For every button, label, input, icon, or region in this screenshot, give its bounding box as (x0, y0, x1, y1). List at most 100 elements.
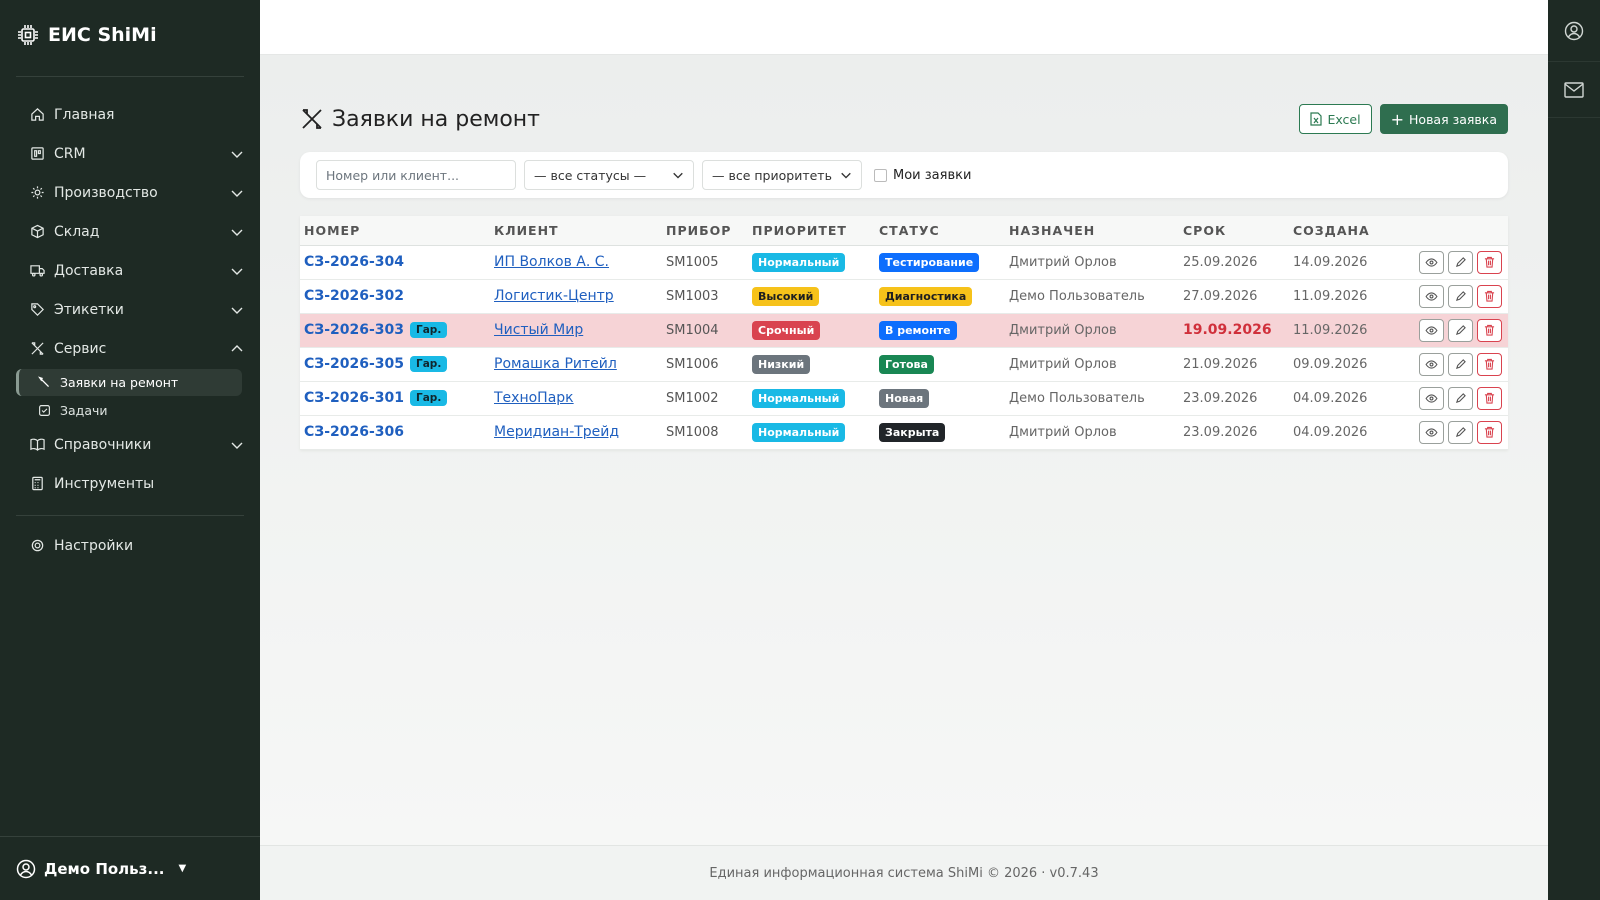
cell-created: 04.09.2026 (1289, 381, 1389, 416)
col-status[interactable]: СТАТУС (875, 216, 1005, 246)
crm-icon (28, 145, 46, 163)
request-number-link[interactable]: СЗ-2026-301 (304, 390, 404, 406)
cell-device: SM1002 (662, 381, 748, 416)
created-date: 04.09.2026 (1293, 424, 1368, 440)
row-actions (1393, 250, 1504, 274)
sidebar-item-home[interactable]: Главная (0, 95, 260, 134)
cell-assignee: Дмитрий Орлов (1005, 415, 1179, 450)
delete-button[interactable] (1477, 250, 1502, 274)
edit-button[interactable] (1448, 420, 1473, 444)
sidebar-item-service[interactable]: Сервис (0, 329, 260, 368)
cell-number: СЗ-2026-301 Гар. (300, 381, 490, 416)
home-icon (28, 106, 46, 124)
delete-button[interactable] (1477, 284, 1502, 308)
view-button[interactable] (1419, 284, 1444, 308)
requests-table: НОМЕР КЛИЕНТ ПРИБОР ПРИОРИТЕТ СТАТУС НАЗ… (300, 216, 1508, 450)
delete-button[interactable] (1477, 386, 1502, 410)
priority-select[interactable]: — все приоритеть (702, 160, 862, 190)
col-device[interactable]: ПРИБОР (662, 216, 748, 246)
client-link[interactable]: ТехноПарк (494, 390, 574, 406)
view-button[interactable] (1419, 318, 1444, 342)
tools-icon (28, 340, 46, 358)
cell-assignee: Дмитрий Орлов (1005, 245, 1179, 280)
client-link[interactable]: Ромашка Ритейл (494, 356, 617, 372)
cell-device: SM1004 (662, 313, 748, 348)
edit-button[interactable] (1448, 250, 1473, 274)
request-number-link[interactable]: СЗ-2026-306 (304, 424, 404, 440)
col-created[interactable]: СОЗДАНА (1289, 216, 1389, 246)
sidebar-item-settings[interactable]: Настройки (0, 526, 260, 565)
status-select[interactable]: — все статусы — (524, 160, 694, 190)
delete-button[interactable] (1477, 420, 1502, 444)
main-content: Заявки на ремонт Excel + Новая заявка Но… (260, 55, 1548, 845)
sidebar-item-tools[interactable]: Инструменты (0, 464, 260, 503)
messages-button[interactable] (1548, 62, 1600, 118)
edit-button[interactable] (1448, 318, 1473, 342)
request-number-link[interactable]: СЗ-2026-305 (304, 356, 404, 372)
client-link[interactable]: ИП Волков А. С. (494, 254, 609, 270)
filter-bar: Номер или клиент... — все статусы — — вс… (300, 152, 1508, 198)
view-button[interactable] (1419, 386, 1444, 410)
col-due[interactable]: СРОК (1179, 216, 1289, 246)
edit-button[interactable] (1448, 352, 1473, 376)
client-link[interactable]: Чистый Мир (494, 322, 583, 338)
sidebar-item-warehouse[interactable]: Склад (0, 212, 260, 251)
new-request-button[interactable]: + Новая заявка (1379, 104, 1508, 134)
table-row[interactable]: СЗ-2026-301 Гар. ТехноПарк SM1002 Нормальный… (300, 381, 1508, 416)
sidebar-item-references[interactable]: Справочники (0, 425, 260, 464)
cell-client: Чистый Мир (490, 313, 662, 348)
table-row[interactable]: СЗ-2026-306 Меридиан-Трейд SM1008 Нормальны… (300, 415, 1508, 450)
export-excel-button[interactable]: Excel (1299, 104, 1372, 134)
eye-icon (1425, 427, 1438, 437)
sidebar-item-crm[interactable]: CRM (0, 134, 260, 173)
sidebar-item-tasks[interactable]: Задачи (16, 397, 242, 424)
profile-button[interactable] (1548, 0, 1600, 62)
sidebar-item-delivery[interactable]: Доставка (0, 251, 260, 290)
table-row[interactable]: СЗ-2026-302 Логистик-Центр SM1003 Высокий Ди… (300, 279, 1508, 314)
tools-icon (302, 109, 322, 129)
sidebar-item-repair-requests[interactable]: Заявки на ремонт (16, 369, 242, 396)
cell-client: ИП Волков А. С. (490, 245, 662, 280)
eye-icon (1425, 359, 1438, 369)
view-button[interactable] (1419, 420, 1444, 444)
cell-priority: Нормальный (748, 415, 875, 450)
request-number-link[interactable]: СЗ-2026-302 (304, 288, 404, 304)
priority-badge: Нормальный (752, 388, 846, 408)
request-number-link[interactable]: СЗ-2026-303 (304, 322, 404, 338)
col-assignee[interactable]: НАЗНАЧЕН (1005, 216, 1179, 246)
sidebar-item-production[interactable]: Производство (0, 173, 260, 212)
col-priority[interactable]: ПРИОРИТЕТ (748, 216, 875, 246)
table-row[interactable]: СЗ-2026-305 Гар. Ромашка Ритейл SM1006 Низки… (300, 347, 1508, 382)
cell-created: 11.09.2026 (1289, 313, 1389, 348)
checkbox[interactable] (874, 168, 887, 182)
client-link[interactable]: Логистик-Центр (494, 288, 614, 304)
plus-icon: + (1390, 109, 1405, 129)
cell-actions (1389, 381, 1508, 416)
search-input[interactable]: Номер или клиент... (316, 160, 516, 190)
col-client[interactable]: КЛИЕНТ (490, 216, 662, 246)
my-requests-checkbox[interactable]: Мои заявки (874, 168, 971, 183)
trash-icon (1484, 358, 1495, 370)
envelope-icon (1564, 81, 1584, 98)
table-row[interactable]: СЗ-2026-303 Гар. Чистый Мир SM1004 Срочный В … (300, 313, 1508, 348)
view-button[interactable] (1419, 352, 1444, 376)
view-button[interactable] (1419, 250, 1444, 274)
client-link[interactable]: Меридиан-Трейд (494, 424, 619, 440)
request-number-link[interactable]: СЗ-2026-304 (304, 254, 404, 270)
delete-button[interactable] (1477, 352, 1502, 376)
chevron-down-icon (231, 190, 243, 197)
edit-button[interactable] (1448, 386, 1473, 410)
edit-button[interactable] (1448, 284, 1473, 308)
calculator-icon (28, 475, 46, 493)
tag-icon (28, 301, 46, 319)
col-number[interactable]: НОМЕР (300, 216, 490, 246)
cell-status: Закрыта (875, 415, 1005, 450)
user-menu[interactable]: Демо Польз... ▼ (0, 836, 260, 900)
table-row[interactable]: СЗ-2026-304 ИП Волков А. С. SM1005 Нормальн… (300, 245, 1508, 280)
sidebar-item-labels[interactable]: Этикетки (0, 290, 260, 329)
delete-button[interactable] (1477, 318, 1502, 342)
brand[interactable]: ЕИС ShiMi (0, 0, 260, 70)
chevron-down-icon (231, 151, 243, 158)
created-date: 14.09.2026 (1293, 254, 1368, 270)
assignee: Дмитрий Орлов (1009, 424, 1117, 440)
